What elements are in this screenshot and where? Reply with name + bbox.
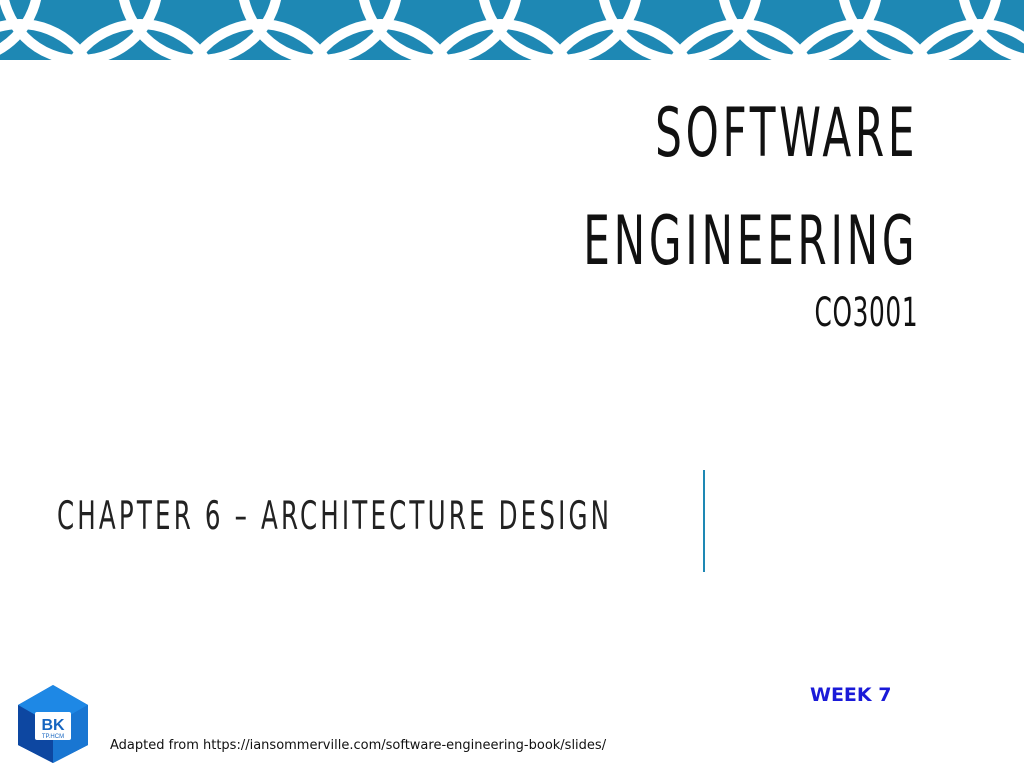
source-attribution: Adapted from https://iansommerville.com/… (110, 738, 607, 753)
title-line-2: ENGINEERING (583, 202, 918, 281)
banner-pattern (0, 0, 1024, 60)
course-code: CO3001 (814, 290, 918, 336)
title-line-1: SOFTWARE (654, 94, 918, 173)
logo-text-sub: TP.HCM (42, 734, 64, 740)
chapter-subtitle: CHAPTER 6 – ARCHITECTURE DESIGN (57, 494, 613, 539)
university-logo: BK TP.HCM (18, 685, 88, 763)
slide-title: SOFTWARE ENGINEERING (583, 80, 918, 296)
logo-text-main: BK (41, 717, 65, 734)
week-label: WEEK 7 (810, 684, 892, 706)
vertical-divider (703, 470, 705, 572)
top-decorative-banner (0, 0, 1024, 60)
